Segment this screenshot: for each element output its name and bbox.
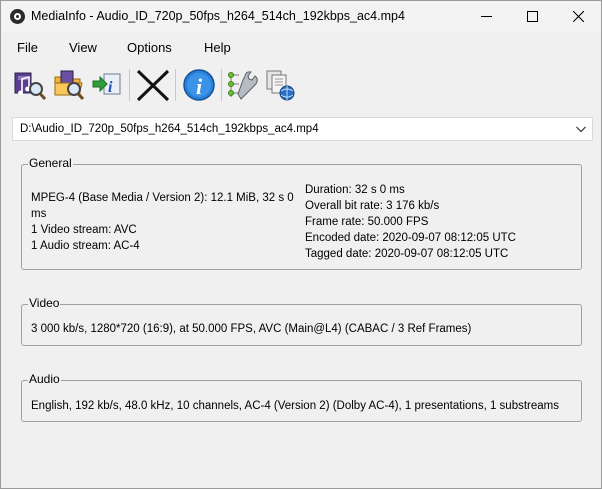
- mediainfo-window: MediaInfo - Audio_ID_720p_50fps_h264_514…: [0, 0, 602, 489]
- open-folder-button[interactable]: [52, 67, 88, 103]
- info-icon: i: [183, 69, 215, 101]
- audio-group: Audio English, 192 kb/s, 48.0 kHz, 10 ch…: [21, 372, 582, 422]
- toolbar: i i: [1, 64, 601, 106]
- about-button[interactable]: i: [181, 67, 217, 103]
- general-group: General MPEG-4 (Base Media / Version 2):…: [21, 156, 582, 270]
- audio-info: English, 192 kb/s, 48.0 kHz, 10 channels…: [31, 400, 559, 412]
- title-bar[interactable]: MediaInfo - Audio_ID_720p_50fps_h264_514…: [1, 1, 601, 32]
- video-info: 3 000 kb/s, 1280*720 (16:9), at 50.000 F…: [31, 323, 472, 335]
- general-bitrate: Overall bit rate: 3 176 kb/s: [305, 200, 440, 212]
- open-file-icon: [14, 72, 47, 101]
- general-video-count: 1 Video stream: AVC: [31, 224, 137, 236]
- open-file-button[interactable]: [12, 67, 48, 103]
- export-icon: i: [92, 73, 121, 96]
- menu-help[interactable]: Help: [204, 40, 231, 55]
- window-title: MediaInfo - Audio_ID_720p_50fps_h264_514…: [31, 9, 405, 23]
- close-file-button[interactable]: [135, 67, 171, 103]
- close-button[interactable]: [555, 1, 601, 32]
- audio-group-label: Audio: [28, 372, 61, 386]
- menu-bar: File View Options Help: [1, 34, 601, 60]
- video-group: Video 3 000 kb/s, 1280*720 (16:9), at 50…: [21, 296, 582, 346]
- general-format-cont: ms: [31, 208, 47, 220]
- file-selector[interactable]: D:\Audio_ID_720p_50fps_h264_514ch_192kbp…: [12, 117, 593, 141]
- close-icon: [572, 11, 584, 22]
- general-group-label: General: [28, 156, 73, 170]
- mediainfo-app-icon: [10, 9, 25, 24]
- general-audio-count: 1 Audio stream: AC-4: [31, 240, 140, 252]
- svg-text:i: i: [196, 74, 203, 99]
- menu-view[interactable]: View: [69, 40, 97, 55]
- toolbar-separator: [129, 69, 130, 101]
- minimize-icon: [480, 16, 492, 17]
- menu-file[interactable]: File: [17, 40, 38, 55]
- general-encoded-date: Encoded date: 2020-09-07 08:12:05 UTC: [305, 232, 516, 244]
- general-duration: Duration: 32 s 0 ms: [305, 184, 405, 196]
- minimize-button[interactable]: [463, 1, 509, 32]
- preferences-button[interactable]: [225, 67, 261, 103]
- maximize-icon: [526, 11, 538, 22]
- web-update-button[interactable]: [263, 67, 299, 103]
- close-file-icon: [136, 69, 170, 102]
- preferences-icon: [228, 71, 258, 100]
- menu-options[interactable]: Options: [127, 40, 172, 55]
- export-button[interactable]: i: [89, 67, 125, 103]
- web-update-icon: [266, 70, 295, 101]
- maximize-button[interactable]: [509, 1, 555, 32]
- video-group-label: Video: [28, 296, 61, 310]
- open-folder-icon: [54, 70, 85, 101]
- toolbar-separator: [221, 69, 222, 101]
- general-format: MPEG-4 (Base Media / Version 2): 12.1 Mi…: [31, 192, 294, 204]
- file-selector-value: D:\Audio_ID_720p_50fps_h264_514ch_192kbp…: [20, 123, 319, 135]
- svg-text:i: i: [108, 79, 113, 96]
- chevron-down-icon: [576, 126, 586, 133]
- toolbar-separator: [175, 69, 176, 101]
- general-framerate: Frame rate: 50.000 FPS: [305, 216, 429, 228]
- general-tagged-date: Tagged date: 2020-09-07 08:12:05 UTC: [305, 248, 509, 260]
